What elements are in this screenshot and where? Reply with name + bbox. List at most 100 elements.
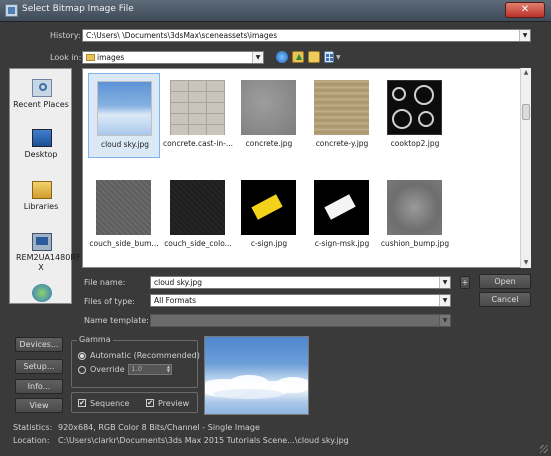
place-label: REM2UA1480RF X xyxy=(16,253,81,272)
thumbnail-image xyxy=(314,180,369,235)
scroll-thumb[interactable] xyxy=(522,104,530,120)
places-bar: Recent Places Desktop Libraries REM2UA14… xyxy=(9,68,81,304)
place-label: Desktop xyxy=(24,150,58,159)
close-button[interactable]: ✕ xyxy=(505,2,545,18)
view-chevron-icon[interactable]: ▼ xyxy=(336,54,341,61)
override-radio[interactable] xyxy=(78,366,86,374)
chevron-down-icon[interactable]: ▼ xyxy=(439,295,450,306)
up-folder-icon[interactable]: ▲ xyxy=(292,51,304,63)
window-title: Select Bitmap Image File xyxy=(22,4,134,14)
back-icon[interactable] xyxy=(276,51,288,63)
libraries-icon xyxy=(32,181,52,199)
lookin-value: images xyxy=(97,53,125,62)
file-item[interactable]: concrete-y.jpg xyxy=(306,73,378,158)
file-name: couch_side_bum... xyxy=(89,239,159,248)
override-value: 1.0 xyxy=(131,365,143,373)
spinner-arrows-icon[interactable]: ▲ ▼ xyxy=(167,365,170,373)
increment-filename-button[interactable]: + xyxy=(460,276,470,289)
chevron-down-icon[interactable]: ▼ xyxy=(519,30,530,41)
filetype-value: All Formats xyxy=(154,296,197,305)
thumbnail-image xyxy=(241,80,296,135)
thumbnail-image xyxy=(96,180,151,235)
preview-label: Preview xyxy=(158,399,190,408)
filetype-label: Files of type: xyxy=(84,297,135,306)
lookin-dropdown[interactable]: images ▼ xyxy=(82,51,264,64)
file-name: c-sign.jpg xyxy=(250,239,288,248)
automatic-radio[interactable] xyxy=(78,352,86,360)
filename-input[interactable]: cloud sky.jpg ▼ xyxy=(150,276,451,289)
statistics-value: 920x684, RGB Color 8 Bits/Channel - Sing… xyxy=(58,423,260,432)
thumbnail-image xyxy=(170,80,225,135)
chevron-down-icon[interactable]: ▼ xyxy=(439,315,450,326)
history-value: C:\Users\ \Documents\3dsMax\sceneassets\… xyxy=(86,31,278,40)
thumbnail-image xyxy=(387,180,442,235)
sequence-checkbox[interactable]: ✔ xyxy=(78,399,86,407)
title-bar: Select Bitmap Image File ✕ xyxy=(0,0,551,22)
file-item[interactable]: concrete.jpg xyxy=(233,73,305,158)
view-button[interactable]: View xyxy=(15,398,63,413)
file-item[interactable]: c-sign.jpg xyxy=(233,173,305,258)
file-name: cushion_bump.jpg xyxy=(380,239,450,248)
override-label: Override xyxy=(90,365,125,374)
gamma-title: Gamma xyxy=(77,335,113,344)
file-name: cooktop2.jpg xyxy=(390,139,440,148)
image-preview xyxy=(204,336,309,415)
cancel-button[interactable]: Cancel xyxy=(479,292,531,307)
scroll-up-icon[interactable]: ▲ xyxy=(521,68,531,78)
devices-button[interactable]: Devices... xyxy=(15,337,63,352)
filetype-dropdown[interactable]: All Formats ▼ xyxy=(150,294,451,307)
file-item-cloud-sky[interactable]: cloud sky.jpg xyxy=(88,73,160,158)
place-desktop[interactable]: Desktop xyxy=(10,125,72,165)
place-recent-places[interactable]: Recent Places xyxy=(10,75,72,115)
new-folder-icon[interactable] xyxy=(308,51,320,63)
filename-label: File name: xyxy=(84,278,126,287)
file-item[interactable]: couch_side_bum... xyxy=(88,173,160,258)
preview-checkbox[interactable]: ✔ xyxy=(146,399,154,407)
file-item[interactable]: c-sign-msk.jpg xyxy=(306,173,378,258)
file-list[interactable]: cloud sky.jpg concrete.cast-in-... concr… xyxy=(82,68,531,268)
chevron-down-icon[interactable]: ▼ xyxy=(439,277,450,288)
place-network[interactable] xyxy=(10,282,72,304)
location-value: C:\Users\clarkr\Documents\3ds Max 2015 T… xyxy=(58,436,349,445)
folder-icon xyxy=(86,54,95,61)
thumbnail-image xyxy=(314,80,369,135)
file-name: couch_side_colo... xyxy=(164,239,232,248)
resize-grip-icon[interactable] xyxy=(540,445,548,453)
place-label: Recent Places xyxy=(13,100,69,109)
automatic-label: Automatic (Recommended) xyxy=(90,351,200,360)
info-button[interactable]: Info... xyxy=(15,379,63,394)
thumbnail-image xyxy=(170,180,225,235)
lookin-label: Look in: xyxy=(50,53,82,62)
place-computer[interactable]: REM2UA1480RF X xyxy=(10,231,81,279)
history-label: History: xyxy=(50,31,81,40)
file-item[interactable]: couch_side_colo... xyxy=(162,173,234,258)
thumbnail-image xyxy=(387,80,442,135)
app-icon xyxy=(5,4,18,17)
override-value-input[interactable]: 1.0 ▲ ▼ xyxy=(128,364,172,375)
desktop-icon xyxy=(32,129,52,147)
open-button[interactable]: Open xyxy=(479,274,531,289)
place-label: Libraries xyxy=(23,202,59,211)
chevron-down-icon[interactable]: ▼ xyxy=(252,52,263,63)
file-name: concrete.jpg xyxy=(245,139,293,148)
location-label: Location: xyxy=(13,436,50,445)
filename-value: cloud sky.jpg xyxy=(154,278,203,287)
scroll-down-icon[interactable]: ▼ xyxy=(521,258,531,268)
setup-button[interactable]: Setup... xyxy=(15,359,63,374)
history-dropdown[interactable]: C:\Users\ \Documents\3dsMax\sceneassets\… xyxy=(82,29,531,42)
file-list-scrollbar[interactable]: ▲ ▼ xyxy=(520,68,531,268)
view-menu-icon[interactable] xyxy=(324,51,334,63)
template-dropdown[interactable]: ▼ xyxy=(150,314,451,327)
file-name: concrete-y.jpg xyxy=(315,139,369,148)
computer-icon xyxy=(32,233,52,251)
template-label: Name template: xyxy=(84,316,149,325)
file-item[interactable]: cooktop2.jpg xyxy=(379,73,451,158)
statistics-label: Statistics: xyxy=(13,423,53,432)
file-item[interactable]: concrete.cast-in-... xyxy=(162,73,234,158)
thumbnail-image xyxy=(97,81,152,136)
sequence-label: Sequence xyxy=(90,399,130,408)
place-libraries[interactable]: Libraries xyxy=(10,177,72,217)
file-item[interactable]: cushion_bump.jpg xyxy=(379,173,451,258)
file-name: c-sign-msk.jpg xyxy=(314,239,370,248)
file-name: concrete.cast-in-... xyxy=(162,139,234,148)
